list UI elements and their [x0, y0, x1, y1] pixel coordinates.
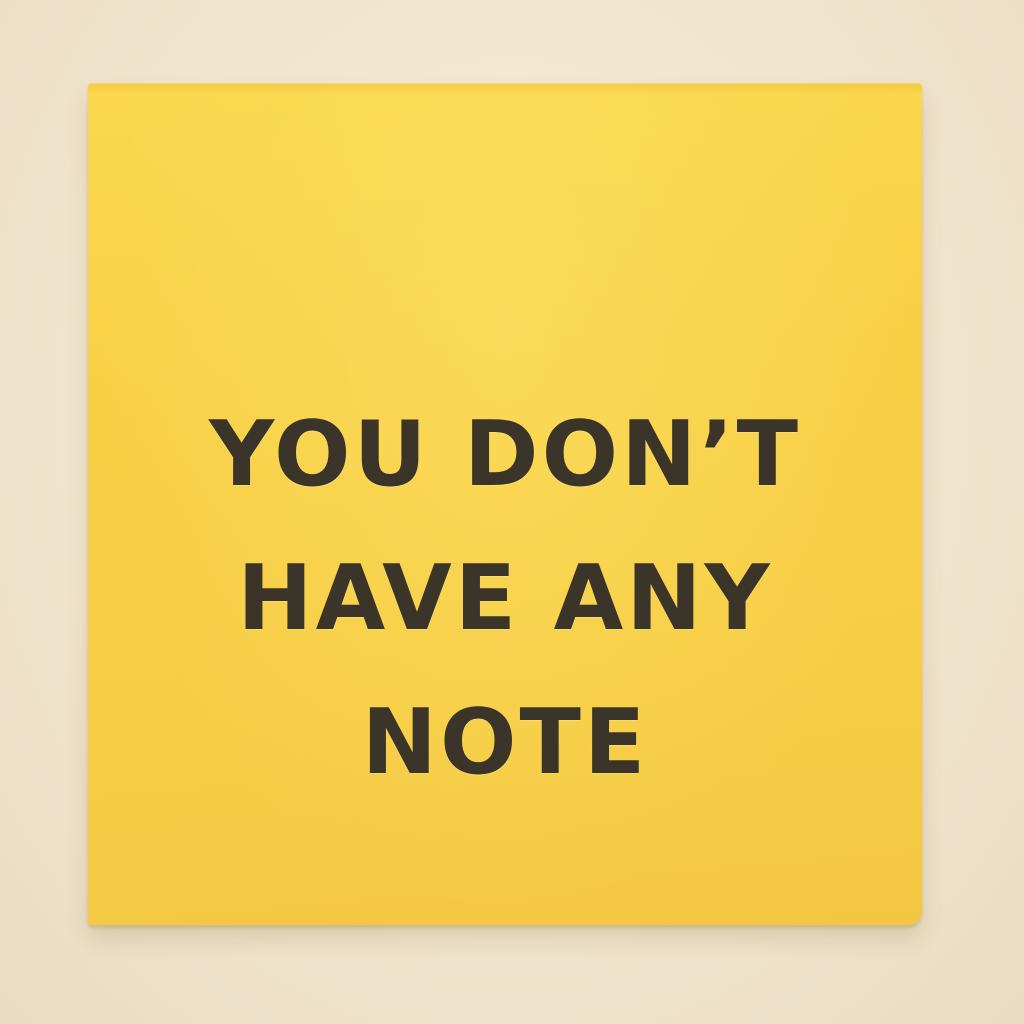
sticky-note: YOU DON’T HAVE ANY NOTE: [88, 83, 922, 925]
message-line-3: NOTE: [361, 690, 649, 795]
empty-notes-message: YOU DON’T HAVE ANY NOTE: [88, 383, 922, 815]
message-line-1: YOU DON’T: [208, 402, 801, 507]
note-adhesive-strip: [88, 83, 922, 95]
message-line-2: HAVE ANY: [237, 546, 773, 651]
